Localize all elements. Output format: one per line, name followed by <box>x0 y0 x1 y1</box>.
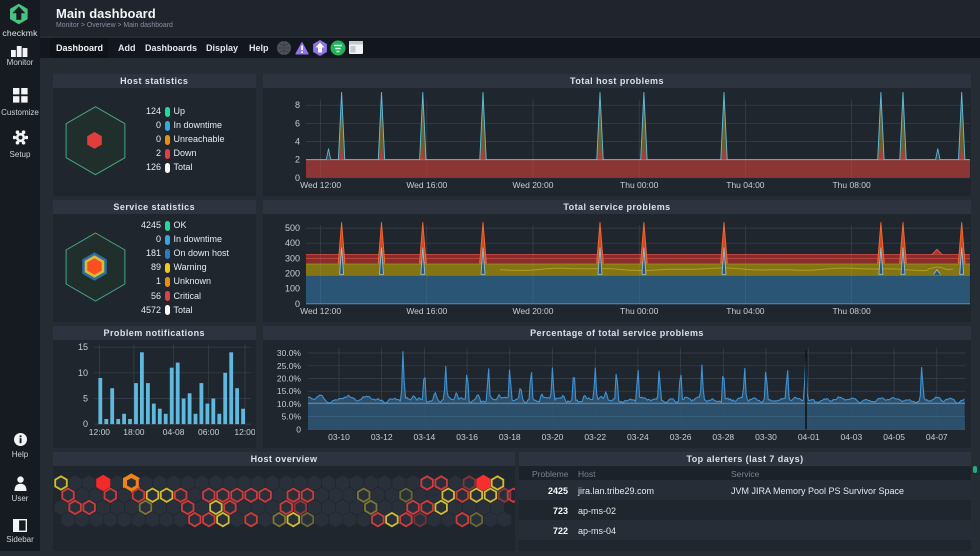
svg-text:100: 100 <box>285 284 300 294</box>
svg-text:25.0%: 25.0% <box>277 361 302 371</box>
svg-text:12:00: 12:00 <box>89 427 111 437</box>
svg-text:0: 0 <box>83 419 88 429</box>
svg-text:5.0%: 5.0% <box>282 412 302 422</box>
svg-text:15: 15 <box>78 342 88 352</box>
svg-text:0: 0 <box>296 424 301 434</box>
svg-text:03-14: 03-14 <box>414 432 436 442</box>
svg-text:400: 400 <box>285 238 300 248</box>
svg-text:5: 5 <box>83 394 88 404</box>
svg-text:Thu 04:00: Thu 04:00 <box>726 306 765 316</box>
svg-text:Wed 20:00: Wed 20:00 <box>513 306 554 316</box>
svg-text:4: 4 <box>295 137 300 147</box>
svg-text:Thu 00:00: Thu 00:00 <box>620 180 659 190</box>
svg-text:04-07: 04-07 <box>926 432 948 442</box>
svg-text:06:00: 06:00 <box>198 427 220 437</box>
svg-text:8: 8 <box>295 100 300 110</box>
svg-text:Wed 12:00: Wed 12:00 <box>300 180 341 190</box>
svg-text:04-08: 04-08 <box>163 427 185 437</box>
svg-text:Thu 08:00: Thu 08:00 <box>832 180 871 190</box>
svg-text:10: 10 <box>78 368 88 378</box>
svg-text:Wed 12:00: Wed 12:00 <box>300 306 341 316</box>
svg-text:03-28: 03-28 <box>712 432 734 442</box>
svg-text:Thu 00:00: Thu 00:00 <box>620 306 659 316</box>
svg-text:10.0%: 10.0% <box>277 399 302 409</box>
svg-text:30.0%: 30.0% <box>277 348 302 358</box>
svg-text:200: 200 <box>285 269 300 279</box>
svg-text:18:00: 18:00 <box>123 427 145 437</box>
svg-text:03-26: 03-26 <box>670 432 692 442</box>
svg-text:15.0%: 15.0% <box>277 386 302 396</box>
svg-text:03-20: 03-20 <box>542 432 564 442</box>
svg-text:Wed 16:00: Wed 16:00 <box>406 306 447 316</box>
svg-text:03-22: 03-22 <box>584 432 606 442</box>
svg-text:6: 6 <box>295 118 300 128</box>
svg-text:20.0%: 20.0% <box>277 374 302 384</box>
svg-text:03-10: 03-10 <box>328 432 350 442</box>
svg-text:Wed 20:00: Wed 20:00 <box>513 180 554 190</box>
svg-text:04-05: 04-05 <box>883 432 905 442</box>
svg-text:Wed 16:00: Wed 16:00 <box>406 180 447 190</box>
svg-text:03-12: 03-12 <box>371 432 393 442</box>
svg-text:300: 300 <box>285 253 300 263</box>
svg-text:Thu 04:00: Thu 04:00 <box>726 180 765 190</box>
svg-text:03-18: 03-18 <box>499 432 521 442</box>
svg-text:2: 2 <box>295 155 300 165</box>
svg-text:04-03: 04-03 <box>841 432 863 442</box>
svg-text:03-24: 03-24 <box>627 432 649 442</box>
svg-text:03-16: 03-16 <box>456 432 478 442</box>
svg-text:12:00: 12:00 <box>234 427 255 437</box>
svg-text:03-30: 03-30 <box>755 432 777 442</box>
svg-text:Thu 08:00: Thu 08:00 <box>832 306 871 316</box>
svg-text:04-01: 04-01 <box>798 432 820 442</box>
svg-text:500: 500 <box>285 223 300 233</box>
